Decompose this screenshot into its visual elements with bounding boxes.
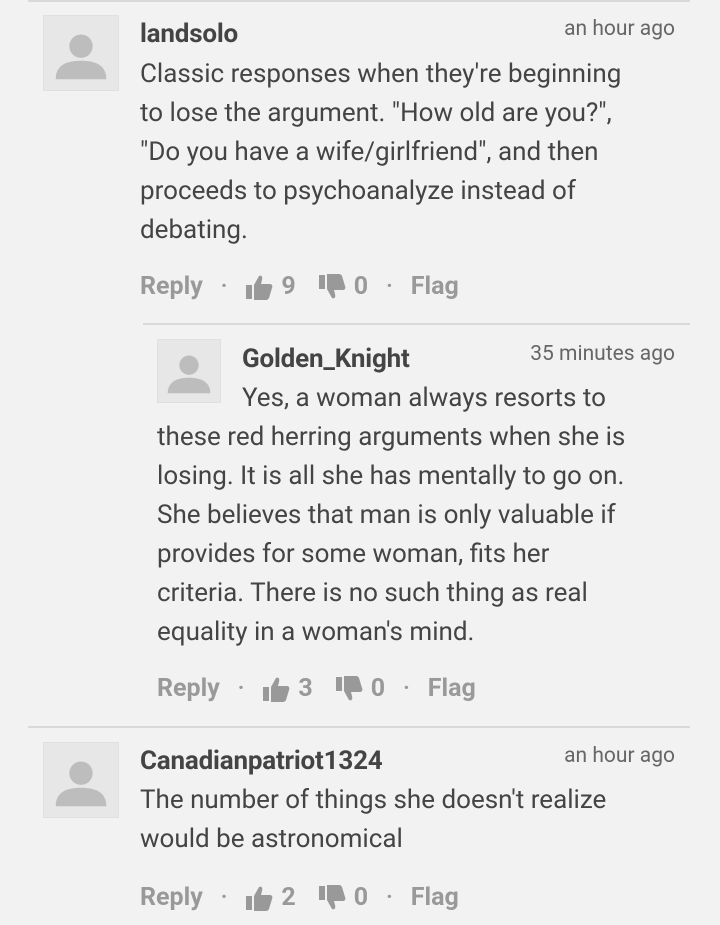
- comment-actions: Reply · 2 0 · Flag: [140, 883, 459, 912]
- thumbs-up-icon: [263, 677, 290, 702]
- thumbs-down-icon: [318, 884, 346, 909]
- comment-line: equality in a woman's mind.: [157, 617, 475, 647]
- thumbs-down-icon: [335, 675, 363, 700]
- avatar[interactable]: [43, 742, 119, 818]
- reply-button[interactable]: Reply: [157, 674, 220, 703]
- comment-text: The number of things she doesn't realize…: [140, 781, 680, 859]
- upvote-button[interactable]: 9: [245, 272, 317, 301]
- downvote-button[interactable]: 0: [318, 883, 368, 912]
- downvote-count: 0: [370, 674, 386, 703]
- comment-line: She believes that man is only valuable i…: [157, 500, 616, 530]
- upvote-count: 9: [281, 272, 296, 301]
- separator: ·: [386, 274, 393, 299]
- downvote-count: 0: [353, 272, 369, 301]
- separator: ·: [386, 885, 393, 910]
- comment-line: The number of things she doesn't realize: [140, 785, 607, 815]
- upvote-count: 2: [281, 883, 296, 912]
- comment-line: provides for some woman, fits her: [157, 539, 550, 569]
- author-name[interactable]: Canadianpatriot1324: [140, 746, 383, 776]
- downvote-button[interactable]: 0: [318, 272, 368, 301]
- thumbs-up-icon: [246, 275, 273, 300]
- downvote-count: 0: [353, 883, 369, 912]
- comment-line: "Do you have a wife/girlfriend", and the…: [140, 137, 599, 167]
- upvote-button[interactable]: 3: [262, 674, 334, 703]
- comment-actions: Reply · 9 0 · Flag: [140, 272, 459, 301]
- flag-button[interactable]: Flag: [411, 883, 459, 912]
- author-name[interactable]: landsolo: [140, 19, 238, 49]
- comment-actions: Reply · 3 0 · Flag: [157, 674, 476, 703]
- upvote-count: 3: [298, 674, 313, 703]
- reply-button[interactable]: Reply: [140, 883, 203, 912]
- comment-line: these red herring arguments when she is: [157, 422, 626, 452]
- avatar[interactable]: [43, 15, 119, 91]
- comment-line: would be astronomical: [140, 824, 403, 854]
- comment-canadianpatriot1324: Canadianpatriot1324 an hour ago The numb…: [0, 726, 720, 925]
- comment-golden-knight: Golden_Knight 35 minutes ago Yes, a woma…: [0, 323, 720, 723]
- separator: ·: [220, 885, 228, 910]
- user-silhouette-icon: [55, 34, 107, 80]
- separator: ·: [220, 274, 228, 299]
- comment-text: Yes, a woman always resorts to these red…: [157, 379, 697, 652]
- comment-line: Classic responses when they're beginning: [140, 59, 622, 89]
- upvote-button[interactable]: 2: [245, 883, 317, 912]
- comment-line: Yes, a woman always resorts to: [242, 383, 606, 413]
- comment-line: to lose the argument. "How old are you?"…: [140, 98, 612, 128]
- user-silhouette-icon: [55, 761, 107, 807]
- separator: ·: [403, 676, 410, 701]
- separator: ·: [237, 676, 245, 701]
- thumbs-down-icon: [318, 273, 346, 298]
- author-name[interactable]: Golden_Knight: [242, 344, 410, 374]
- reply-button[interactable]: Reply: [140, 272, 203, 301]
- timestamp[interactable]: 35 minutes ago: [530, 342, 675, 366]
- comment-line: debating.: [140, 215, 248, 245]
- timestamp[interactable]: an hour ago: [564, 17, 675, 41]
- comment-text: Classic responses when they're beginning…: [140, 55, 680, 250]
- comment-line: losing. It is all she has mentally to go…: [157, 461, 625, 491]
- downvote-button[interactable]: 0: [335, 674, 385, 703]
- comment-landsolo: landsolo an hour ago Classic responses w…: [0, 0, 720, 320]
- flag-button[interactable]: Flag: [411, 272, 459, 301]
- comment-line: proceeds to psychoanalyze instead of: [140, 176, 576, 206]
- flag-button[interactable]: Flag: [428, 674, 476, 703]
- thumbs-up-icon: [246, 886, 273, 911]
- timestamp[interactable]: an hour ago: [564, 744, 675, 768]
- comment-line: criteria. There is no such thing as real: [157, 578, 588, 608]
